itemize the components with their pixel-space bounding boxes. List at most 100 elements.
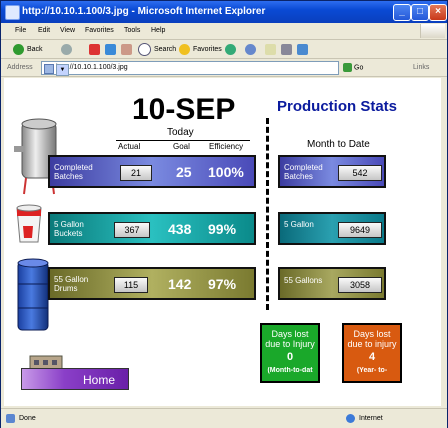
today-row-buckets: 5 Gallon Buckets 367 438 99% (48, 212, 256, 245)
refresh-button[interactable] (105, 42, 119, 56)
title-bar: http://10.10.1.100/3.jpg - Microsoft Int… (1, 1, 447, 23)
minimize-button[interactable]: _ (393, 4, 411, 21)
address-label: Address (7, 64, 33, 71)
stop-button[interactable] (89, 42, 103, 56)
row-label-line1: Completed (54, 163, 93, 172)
home-button-label: Home (83, 373, 116, 387)
go-arrow-icon (343, 63, 352, 72)
mtd-row-batches: Completed Batches 542 (278, 155, 386, 188)
edit-button[interactable] (297, 42, 311, 56)
edit-icon (297, 43, 308, 55)
address-input[interactable]: http://10.10.1.100/3.jpg ▼ (41, 61, 339, 76)
print-button[interactable] (281, 42, 295, 56)
injury-month-box: Days lost due to Injury 0 (Month-to-dat (260, 323, 320, 383)
links-button[interactable]: Links (413, 64, 429, 71)
today-row-drums: 55 Gallon Drums 115 142 97% (48, 267, 256, 300)
go-button[interactable]: Go (343, 63, 363, 72)
mtd-label-line1: Completed (284, 163, 323, 172)
windows-logo-icon (420, 24, 445, 38)
home-button[interactable]: Home (21, 368, 129, 390)
date-heading: 10-SEP (132, 93, 236, 126)
page-icon (44, 64, 54, 74)
print-icon (281, 43, 292, 55)
bucket-icon (16, 204, 42, 243)
search-button[interactable]: Search (138, 42, 176, 56)
injury-year-period: (Year- to- (356, 367, 388, 374)
menu-bar: File Edit View Favorites Tools Help (1, 23, 447, 40)
col-actual-header: Actual (118, 142, 141, 151)
ie-icon (5, 5, 20, 20)
star-icon (179, 43, 190, 55)
media-button[interactable] (225, 42, 239, 56)
maximize-button[interactable]: □ (411, 4, 429, 21)
history-button[interactable] (245, 42, 259, 56)
menu-favorites[interactable]: Favorites (85, 27, 114, 34)
window-title: http://10.10.1.100/3.jpg - Microsoft Int… (22, 6, 266, 17)
page-content: 10-SEP Production Stats Today Actual Goa… (4, 78, 441, 406)
menu-edit[interactable]: Edit (38, 27, 50, 34)
efficiency-value: 99% (208, 221, 237, 237)
today-divider (116, 140, 250, 141)
status-text: Done (19, 415, 36, 422)
row-label-line2: Buckets (54, 229, 83, 238)
internet-zone-icon (346, 414, 355, 423)
home-toolbar-button[interactable] (121, 42, 135, 56)
toolbar: Back Search Favorites (1, 40, 447, 59)
home-icon (121, 43, 132, 55)
address-bar: Address http://10.10.1.100/3.jpg ▼ Go Li… (1, 59, 447, 77)
col-goal-header: Goal (173, 142, 190, 151)
row-label-line1: 5 Gallon (54, 220, 84, 229)
menu-view[interactable]: View (60, 27, 75, 34)
efficiency-value: 97% (208, 276, 237, 292)
mtd-label-line1: 55 Gallons (284, 276, 323, 285)
menu-help[interactable]: Help (151, 27, 165, 34)
page-done-icon (6, 414, 15, 423)
production-stats-title: Production Stats (277, 98, 398, 115)
injury-year-title: Days lost due to injury (347, 329, 397, 349)
status-bar: Done Internet (1, 408, 447, 428)
back-button[interactable]: Back (13, 42, 43, 56)
history-icon (245, 43, 256, 55)
mail-icon (265, 43, 276, 55)
mtd-value: 3058 (338, 277, 382, 293)
mtd-value: 542 (338, 165, 382, 181)
zone-text: Internet (359, 415, 383, 422)
media-icon (225, 43, 236, 55)
mail-button[interactable] (265, 42, 279, 56)
col-efficiency-header: Efficiency (209, 142, 244, 151)
goal-value: 438 (168, 221, 192, 237)
today-label: Today (167, 127, 194, 138)
stop-icon (89, 43, 100, 55)
actual-value: 115 (114, 277, 148, 293)
row-label-line1: 55 Gallon (54, 275, 89, 284)
favorites-button[interactable]: Favorites (179, 42, 222, 56)
search-icon (138, 42, 151, 56)
forward-arrow-icon (61, 43, 72, 55)
mtd-row-buckets: 5 Gallon 9649 (278, 212, 386, 245)
menu-file[interactable]: File (15, 27, 26, 34)
row-label-line2: Drums (54, 284, 78, 293)
close-button[interactable]: × (429, 4, 447, 21)
month-to-date-label: Month to Date (307, 139, 370, 150)
mtd-label-line1: 5 Gallon (284, 220, 314, 229)
refresh-icon (105, 43, 116, 55)
back-arrow-icon (13, 43, 24, 55)
address-dropdown[interactable]: ▼ (56, 64, 69, 76)
injury-month-value: 0 (286, 351, 294, 363)
row-label-line2: Batches (54, 172, 83, 181)
actual-value: 21 (120, 165, 152, 181)
injury-month-period: (Month-to-dat (267, 367, 313, 374)
browser-window: http://10.10.1.100/3.jpg - Microsoft Int… (0, 0, 448, 428)
injury-year-box: Days lost due to injury 4 (Year- to- (342, 323, 402, 383)
mtd-value: 9649 (338, 222, 382, 238)
forward-button[interactable] (61, 42, 75, 56)
injury-month-title: Days lost due to Injury (265, 329, 315, 349)
injury-year-value: 4 (368, 351, 376, 363)
dashed-divider (266, 118, 269, 310)
mtd-label-line2: Batches (284, 172, 313, 181)
efficiency-value: 100% (208, 164, 244, 180)
actual-value: 367 (114, 222, 150, 238)
menu-tools[interactable]: Tools (124, 27, 140, 34)
mtd-row-drums: 55 Gallons 3058 (278, 267, 386, 300)
today-row-batches: Completed Batches 21 25 100% (48, 155, 256, 188)
